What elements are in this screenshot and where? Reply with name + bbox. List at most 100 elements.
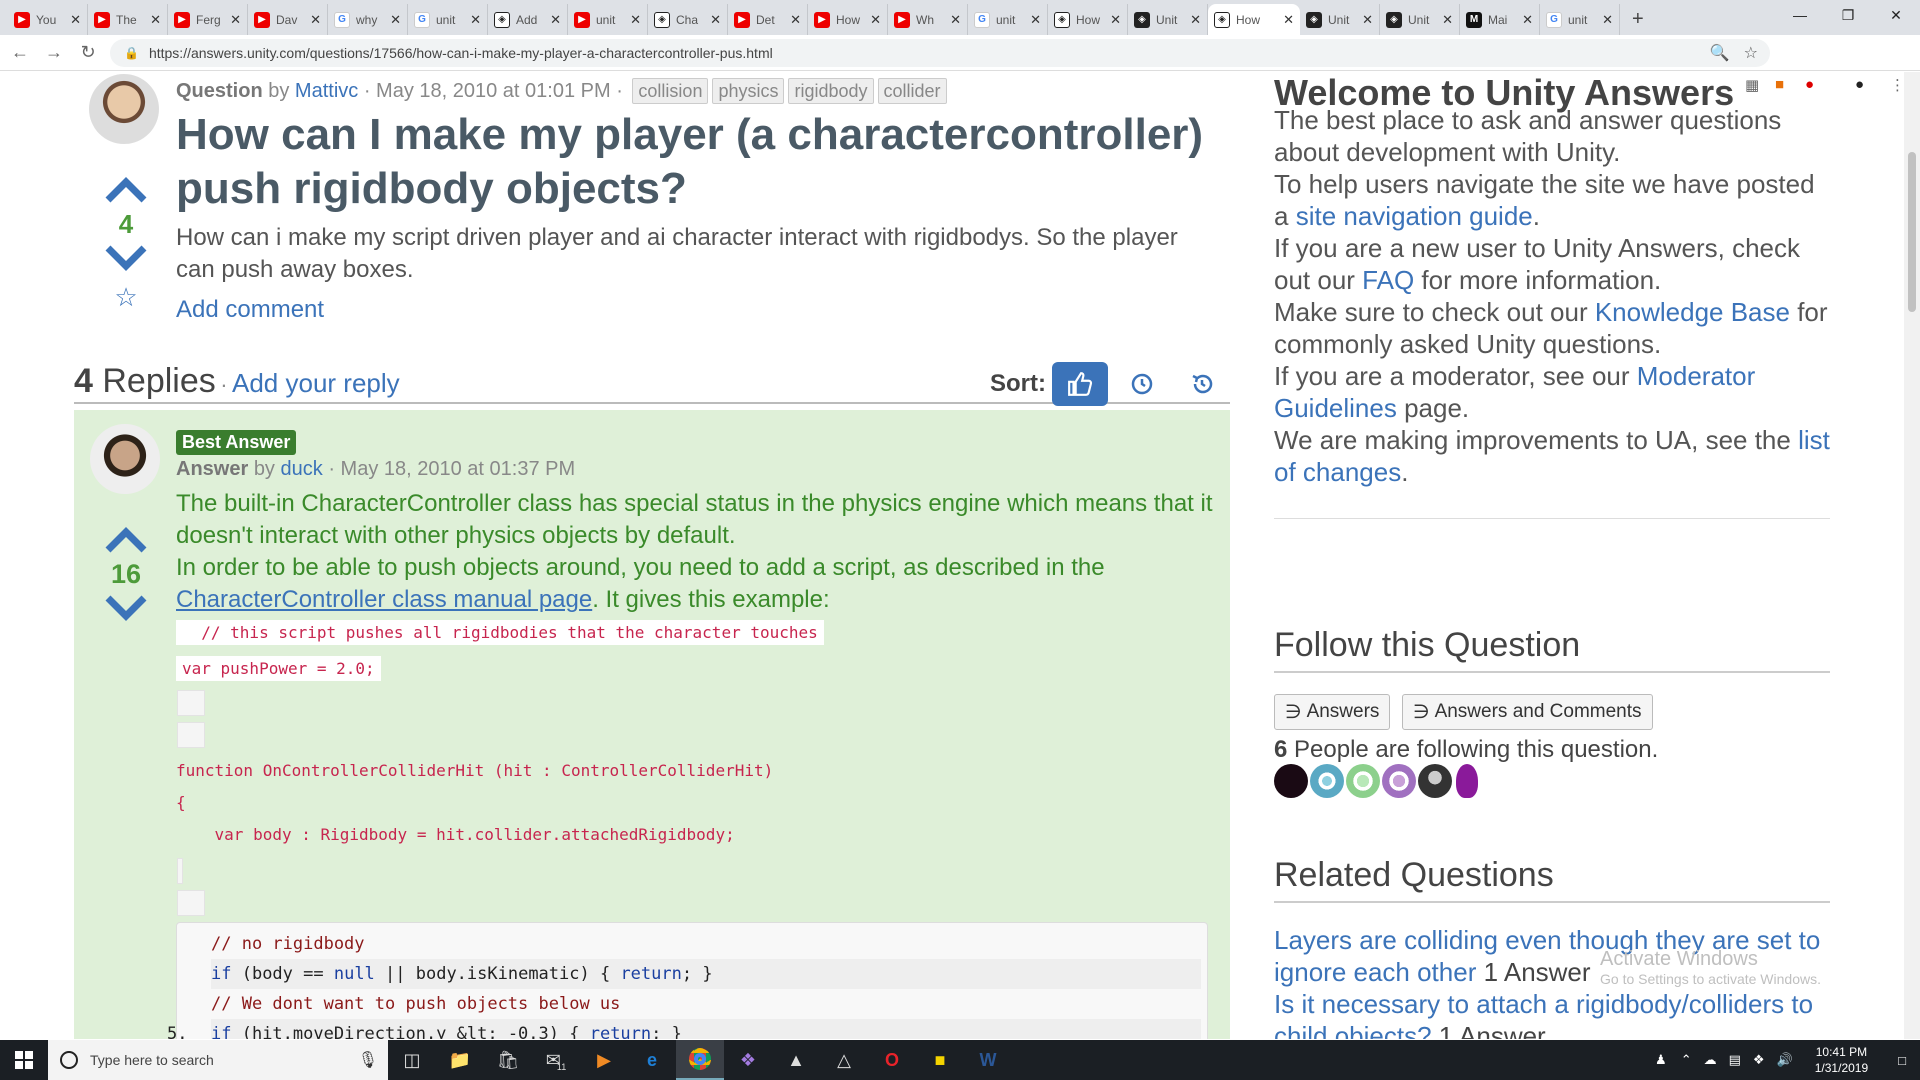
- tab-close-icon[interactable]: ✕: [790, 12, 801, 28]
- browser-tab[interactable]: Gwhy ✕: [328, 4, 408, 35]
- browser-tab[interactable]: ◈ Unit ✕: [1128, 4, 1208, 35]
- follower-avatar[interactable]: [1456, 764, 1478, 798]
- favorite-star-icon[interactable]: ☆: [101, 282, 151, 313]
- browser-tab[interactable]: ◈ Cha ✕: [648, 4, 728, 35]
- follower-avatar[interactable]: [1418, 764, 1452, 798]
- tab-close-icon[interactable]: ✕: [1283, 12, 1294, 28]
- new-tab-button[interactable]: +: [1632, 4, 1644, 35]
- knowledge-base-link[interactable]: Knowledge Base: [1595, 297, 1790, 327]
- task-view-icon[interactable]: ◫: [388, 1040, 436, 1080]
- chrome-icon[interactable]: [676, 1040, 724, 1080]
- browser-tab[interactable]: ▶ You ✕: [8, 4, 88, 35]
- question-tag[interactable]: rigidbody: [788, 78, 874, 104]
- tab-close-icon[interactable]: ✕: [1522, 12, 1533, 28]
- browser-tab[interactable]: ◈ Unit ✕: [1300, 4, 1380, 35]
- follow-answers-comments-button[interactable]: ∋ Answers and Comments: [1402, 694, 1653, 730]
- browser-tab[interactable]: ◈ Add ✕: [488, 4, 568, 35]
- scrollbar-thumb[interactable]: [1908, 152, 1916, 312]
- tab-close-icon[interactable]: ✕: [1362, 12, 1373, 28]
- people-icon[interactable]: ♟: [1655, 1052, 1667, 1068]
- tab-close-icon[interactable]: ✕: [470, 12, 481, 28]
- edge-icon[interactable]: e: [628, 1040, 676, 1080]
- tab-close-icon[interactable]: ✕: [950, 12, 961, 28]
- add-comment-link[interactable]: Add comment: [176, 296, 324, 324]
- question-author-avatar[interactable]: [89, 74, 159, 144]
- browser-tab[interactable]: ▶ Det ✕: [728, 4, 808, 35]
- bookmark-star-icon[interactable]: ☆: [1744, 43, 1758, 63]
- browser-tab[interactable]: ◈ Unit ✕: [1380, 4, 1460, 35]
- browser-tab[interactable]: ▶ The ✕: [88, 4, 168, 35]
- unity-editor-icon[interactable]: △: [820, 1040, 868, 1080]
- sort-by-date-button[interactable]: [1114, 362, 1170, 406]
- network-icon[interactable]: ▤: [1729, 1052, 1741, 1068]
- browser-tab[interactable]: ◈ How ✕: [1208, 4, 1300, 35]
- opera-icon[interactable]: O: [868, 1040, 916, 1080]
- tab-close-icon[interactable]: ✕: [150, 12, 161, 28]
- word-icon[interactable]: W: [964, 1040, 1012, 1080]
- unity-hub-icon[interactable]: ▲: [772, 1040, 820, 1080]
- tab-close-icon[interactable]: ✕: [550, 12, 561, 28]
- question-author-link[interactable]: Mattivc: [295, 80, 358, 102]
- taskbar-search[interactable]: Type here to search 🎙: [48, 1040, 388, 1080]
- minimize-icon[interactable]: —: [1776, 0, 1824, 30]
- follower-avatar[interactable]: [1310, 764, 1344, 798]
- browser-tab[interactable]: M Mai ✕: [1460, 4, 1540, 35]
- url-bar[interactable]: 🔒 https://answers.unity.com/questions/17…: [110, 39, 1770, 67]
- tab-close-icon[interactable]: ✕: [70, 12, 81, 28]
- mail-icon[interactable]: ✉ 11: [532, 1040, 580, 1080]
- add-reply-link[interactable]: Add your reply: [232, 368, 400, 398]
- tab-close-icon[interactable]: ✕: [870, 12, 881, 28]
- tab-close-icon[interactable]: ✕: [1030, 12, 1041, 28]
- browser-tab[interactable]: Gunit ✕: [408, 4, 488, 35]
- browser-tab[interactable]: ▶ Dav ✕: [248, 4, 328, 35]
- sticky-notes-icon[interactable]: ■: [916, 1040, 964, 1080]
- browser-tab[interactable]: ▶ Ferg ✕: [168, 4, 248, 35]
- tab-close-icon[interactable]: ✕: [310, 12, 321, 28]
- onedrive-icon[interactable]: ☁: [1704, 1052, 1717, 1068]
- visual-studio-icon[interactable]: ❖: [724, 1040, 772, 1080]
- question-tag[interactable]: collider: [877, 78, 947, 104]
- media-player-icon[interactable]: ▶: [580, 1040, 628, 1080]
- upvote-arrow-icon[interactable]: [104, 174, 148, 204]
- browser-tab[interactable]: ▶ How ✕: [808, 4, 888, 35]
- follower-avatar[interactable]: [1274, 764, 1308, 798]
- follower-avatar[interactable]: [1346, 764, 1380, 798]
- back-arrow-icon[interactable]: ←: [6, 42, 34, 63]
- answer-author-link[interactable]: duck: [281, 458, 323, 480]
- page-scrollbar[interactable]: [1904, 72, 1920, 1039]
- upvote-arrow-icon[interactable]: [104, 524, 148, 554]
- restore-icon[interactable]: ❐: [1824, 0, 1872, 30]
- tab-close-icon[interactable]: ✕: [1442, 12, 1453, 28]
- manual-page-link[interactable]: CharacterController class manual page: [176, 586, 592, 613]
- browser-tab[interactable]: Gunit ✕: [968, 4, 1048, 35]
- tab-close-icon[interactable]: ✕: [1602, 12, 1613, 28]
- sort-by-activity-button[interactable]: [1174, 362, 1230, 406]
- store-icon[interactable]: 🛍: [484, 1040, 532, 1080]
- follow-answers-button[interactable]: ∋ Answers: [1274, 694, 1391, 730]
- dropbox-icon[interactable]: ❖: [1753, 1052, 1765, 1068]
- file-explorer-icon[interactable]: 📁: [436, 1040, 484, 1080]
- question-tag[interactable]: physics: [712, 78, 785, 104]
- close-icon[interactable]: ✕: [1872, 0, 1920, 30]
- browser-tab[interactable]: Gunit ✕: [1540, 4, 1620, 35]
- chevron-up-icon[interactable]: ⌃: [1681, 1052, 1692, 1068]
- downvote-arrow-icon[interactable]: [104, 594, 148, 624]
- follower-avatar[interactable]: [1382, 764, 1416, 798]
- start-button[interactable]: [0, 1040, 48, 1080]
- volume-icon[interactable]: 🔊: [1777, 1052, 1793, 1068]
- notification-icon[interactable]: □: [1898, 1053, 1906, 1068]
- forward-arrow-icon[interactable]: →: [40, 42, 68, 63]
- tab-close-icon[interactable]: ✕: [710, 12, 721, 28]
- tab-close-icon[interactable]: ✕: [630, 12, 641, 28]
- tab-close-icon[interactable]: ✕: [1190, 12, 1201, 28]
- browser-tab[interactable]: ▶ unit ✕: [568, 4, 648, 35]
- reload-icon[interactable]: ↻: [74, 42, 102, 63]
- faq-link[interactable]: FAQ: [1362, 265, 1414, 295]
- tab-close-icon[interactable]: ✕: [390, 12, 401, 28]
- answer-author-avatar[interactable]: [90, 424, 160, 494]
- clock[interactable]: 10:41 PM 1/31/2019: [1815, 1044, 1868, 1076]
- sort-by-votes-button[interactable]: [1052, 362, 1108, 406]
- browser-tab[interactable]: ◈ How ✕: [1048, 4, 1128, 35]
- microphone-icon[interactable]: 🎙: [358, 1050, 378, 1070]
- question-tag[interactable]: collision: [632, 78, 709, 104]
